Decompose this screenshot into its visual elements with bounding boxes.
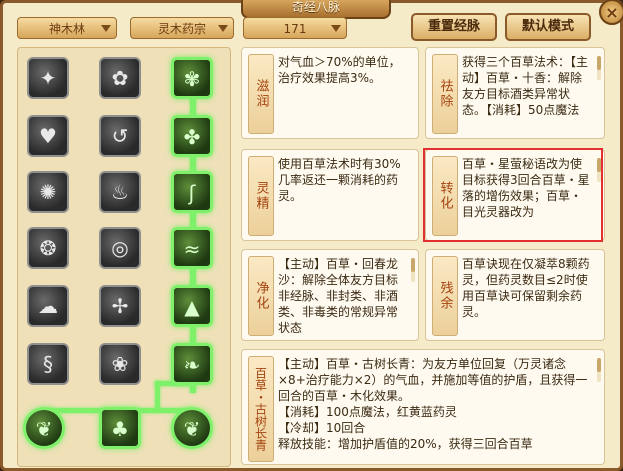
scroll-icon[interactable]: § — [27, 343, 69, 385]
skill-card-lingjing[interactable]: 灵精 使用百草法术时有30%几率返还一颗消耗的药灵。 — [241, 149, 419, 241]
school-value: 灵木药宗 — [157, 22, 206, 36]
skill-description: 使用百草法术时有30%几率返还一颗消耗的药灵。 — [278, 157, 401, 203]
cloud-icon[interactable]: ☁ — [27, 285, 69, 327]
rabbit-icon[interactable]: ✢ — [99, 285, 141, 327]
skill-extra: 释放技能：增加护盾值的20%，获得三回合百草 — [278, 437, 533, 451]
meridian-panel: 奇经八脉 × 神木林 灵木药宗 171 重置经脉 默认模式 ✦ ♥ ✺ ❂ ☁ … — [0, 0, 623, 471]
flame-icon[interactable]: ♨ — [99, 171, 141, 213]
sect-value: 神木林 — [48, 22, 85, 36]
skill-label: 残余 — [432, 256, 458, 336]
swirl-icon[interactable]: ◎ — [99, 227, 141, 269]
skill-description: 获得三个百草法术：【主动】百草・十香：解除友方目标酒类异常状态。【消耗】50点魔… — [462, 55, 589, 117]
skill-card-canyu[interactable]: 残余 百草诀现在仅凝萃8颗药灵，但药灵数目≤2时使用百草诀可保留剩余药灵。 — [425, 249, 605, 341]
level-value: 171 — [283, 22, 307, 36]
scrollbar[interactable] — [597, 358, 601, 382]
vine-icon[interactable]: ʃ — [171, 171, 213, 213]
leaf-icon[interactable]: ✦ — [27, 57, 69, 99]
spiral-icon[interactable]: ✾ — [171, 57, 213, 99]
skill-card-jinghua[interactable]: 净化 【主动】百草・回春龙沙：解除全体友方目标非经脉、非封类、非酒类、非毒类的常… — [241, 249, 419, 341]
mountain-icon[interactable]: ▲ — [171, 285, 213, 327]
skill-description: 百草・星萤秘语改为使目标获得3回合百草・星落的增伤效果；百草・目光灵器改为 — [462, 157, 590, 219]
skill-description: 【主动】百草・回春龙沙：解除全体友方目标非经脉、非封类、非酒类、非毒类的常规异常… — [278, 257, 399, 335]
skill-label: 净化 — [248, 256, 274, 336]
scrollbar[interactable] — [411, 258, 415, 282]
level-dropdown[interactable]: 171 — [243, 17, 347, 39]
fire-icon[interactable]: ✺ — [27, 171, 69, 213]
skill-cost: 【消耗】100点魔法，红黄蓝药灵 — [278, 405, 457, 419]
wave-icon[interactable]: ≈ — [171, 227, 213, 269]
wreath-icon[interactable]: ❂ — [27, 227, 69, 269]
skill-label: 百草・古树长青 — [248, 356, 274, 462]
bud-icon[interactable]: ❦ — [171, 407, 213, 449]
scrollbar[interactable] — [597, 56, 601, 80]
sprout-icon[interactable]: ❧ — [171, 343, 213, 385]
meridian-link — [155, 381, 160, 411]
heart-icon[interactable]: ♥ — [27, 115, 69, 157]
skill-main-text: 【主动】百草・古树长青：为友方单位回复（万灵诸念×8+治疗能力×2）的气血，并施… — [278, 357, 588, 403]
skill-label: 灵精 — [248, 156, 274, 236]
swirl-icon[interactable]: ↺ — [99, 115, 141, 157]
skill-label: 滋润 — [248, 54, 274, 134]
reset-meridian-button[interactable]: 重置经脉 — [411, 13, 497, 41]
skill-label: 转化 — [432, 156, 458, 236]
cross-leaf-icon[interactable]: ✤ — [171, 115, 213, 157]
skill-cooldown: 【冷却】10回合 — [278, 421, 366, 435]
curl-icon[interactable]: ❀ — [99, 343, 141, 385]
plant-icon[interactable]: ♣ — [99, 407, 141, 449]
chevron-down-icon — [218, 25, 228, 32]
scrollbar[interactable] — [597, 158, 601, 182]
skill-card-zhuanhua[interactable]: 转化 百草・星萤秘语改为使目标获得3回合百草・星落的增伤效果；百草・目光灵器改为 — [425, 149, 605, 241]
skill-label: 祛除 — [432, 54, 458, 134]
default-mode-button[interactable]: 默认模式 — [505, 13, 591, 41]
skill-card-zirun[interactable]: 滋润 对气血＞70%的单位，治疗效果提高3%。 — [241, 47, 419, 139]
chevron-down-icon — [331, 25, 341, 32]
skill-description: 【主动】百草・古树长青：为友方单位回复（万灵诸念×8+治疗能力×2）的气血，并施… — [278, 356, 592, 460]
sect-dropdown[interactable]: 神木林 — [17, 17, 117, 39]
school-dropdown[interactable]: 灵木药宗 — [130, 17, 234, 39]
skill-description: 百草诀现在仅凝萃8颗药灵，但药灵数目≤2时使用百草诀可保留剩余药灵。 — [462, 257, 590, 319]
close-icon[interactable]: × — [599, 0, 623, 25]
herb-icon[interactable]: ✿ — [99, 57, 141, 99]
bud-icon[interactable]: ❦ — [23, 407, 65, 449]
skill-description: 对气血＞70%的单位，治疗效果提高3%。 — [278, 55, 401, 85]
skill-card-gushu[interactable]: 百草・古树长青 【主动】百草・古树长青：为友方单位回复（万灵诸念×8+治疗能力×… — [241, 349, 605, 465]
skill-card-qichu[interactable]: 祛除 获得三个百草法术：【主动】百草・十香：解除友方目标酒类异常状态。【消耗】5… — [425, 47, 605, 139]
chevron-down-icon — [101, 25, 111, 32]
